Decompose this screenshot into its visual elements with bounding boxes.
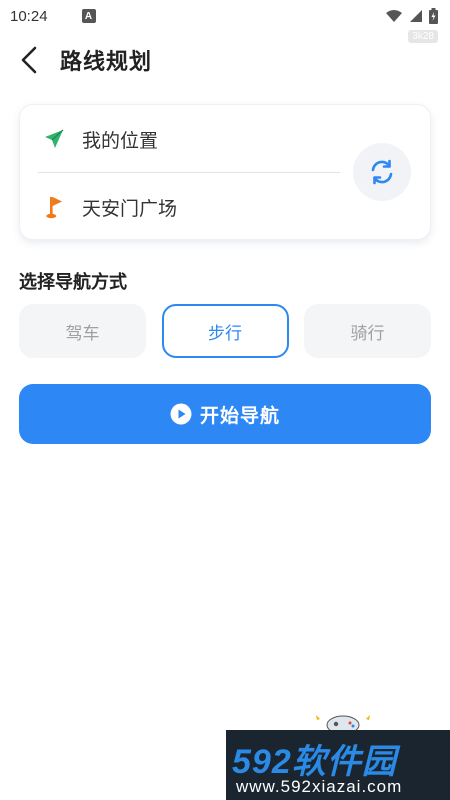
watermark: 592软件园 www.592xiazai.com [226,703,450,800]
watermark-site: www.592xiazai.com [236,777,403,796]
chevron-left-icon [21,46,37,74]
route-card: 我的位置 天安门广场 [19,104,431,240]
mode-section-title: 选择导航方式 [19,272,127,293]
screen: 10:24 A 3k28 路线规划 我的位置 天安门广场 选择导航方式 驾车 步… [0,0,450,800]
start-navigation-label: 开始导航 [199,404,280,427]
signal-icon [410,10,422,22]
route-divider [38,172,340,173]
battery-icon [429,8,438,24]
mode-walk-button[interactable]: 步行 [161,304,289,358]
mode-selector: 驾车 步行 骑行 [19,304,431,358]
gamepad-mascot-icon [316,715,370,733]
page-title: 路线规划 [60,50,153,75]
to-location-label: 天安门广场 [82,197,178,220]
to-location-field[interactable]: 天安门广场 [20,185,350,229]
back-button[interactable] [0,38,58,82]
status-icons [385,8,438,24]
send-arrow-icon [40,125,68,153]
from-location-label: 我的位置 [82,129,159,152]
swap-button[interactable] [353,143,411,201]
notification-icon: A [81,9,96,23]
start-navigation-button[interactable]: 开始导航 [19,384,431,444]
from-location-field[interactable]: 我的位置 [20,117,350,161]
mode-bike-button[interactable]: 骑行 [304,304,431,358]
swap-refresh-icon [371,159,393,185]
flag-icon [40,193,68,221]
status-bar: 10:24 A [0,0,450,32]
play-circle-icon [170,403,192,425]
mode-drive-button[interactable]: 驾车 [19,304,146,358]
header: 路线规划 [0,38,450,82]
status-time: 10:24 [10,7,48,25]
watermark-box: 592软件园 www.592xiazai.com [226,730,450,800]
watermark-brand: 592软件园 [232,743,397,781]
wifi-icon [386,10,402,22]
